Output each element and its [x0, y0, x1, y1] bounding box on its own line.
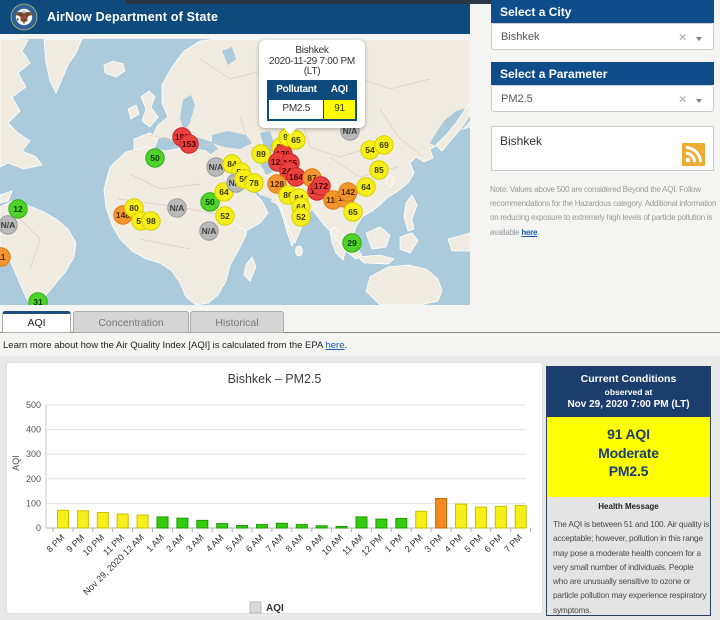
svg-text:5 AM: 5 AM — [224, 532, 246, 554]
svg-text:6 AM: 6 AM — [244, 532, 266, 554]
svg-text:1 AM: 1 AM — [144, 532, 166, 554]
svg-text:65: 65 — [291, 135, 301, 145]
svg-text:164: 164 — [289, 172, 303, 182]
svg-text:54: 54 — [365, 145, 375, 155]
svg-text:AQI: AQI — [266, 603, 284, 614]
svg-text:N/A: N/A — [170, 203, 185, 213]
svg-text:12: 12 — [13, 204, 23, 214]
svg-text:10 AM: 10 AM — [320, 532, 345, 557]
svg-text:6 PM: 6 PM — [482, 532, 504, 554]
svg-text:8 PM: 8 PM — [44, 532, 66, 554]
svg-text:80: 80 — [129, 203, 139, 213]
svg-text:0: 0 — [36, 523, 41, 533]
svg-text:50: 50 — [150, 153, 160, 163]
svg-text:8 AM: 8 AM — [284, 532, 306, 554]
svg-text:29: 29 — [347, 238, 357, 248]
svg-text:98: 98 — [146, 216, 156, 226]
svg-text:1 PM: 1 PM — [383, 532, 405, 554]
svg-text:N/A: N/A — [1, 220, 16, 230]
svg-text:500: 500 — [26, 400, 41, 410]
svg-text:172: 172 — [314, 181, 328, 191]
svg-text:52: 52 — [296, 212, 306, 222]
svg-text:100: 100 — [26, 498, 41, 508]
svg-text:31: 31 — [33, 297, 43, 305]
svg-text:64: 64 — [361, 182, 371, 192]
svg-text:2 AM: 2 AM — [164, 532, 186, 554]
svg-text:12 PM: 12 PM — [359, 532, 384, 557]
svg-text:4 PM: 4 PM — [442, 532, 464, 554]
svg-text:300: 300 — [26, 449, 41, 459]
svg-text:5 PM: 5 PM — [462, 532, 484, 554]
svg-text:4 AM: 4 AM — [204, 532, 226, 554]
svg-text:200: 200 — [26, 474, 41, 484]
svg-text:2 PM: 2 PM — [403, 532, 425, 554]
svg-text:89: 89 — [256, 149, 266, 159]
svg-text:11: 11 — [0, 252, 6, 262]
svg-text:AQI: AQI — [11, 455, 21, 471]
svg-text:N/A: N/A — [209, 162, 224, 172]
svg-text:142: 142 — [341, 187, 355, 197]
svg-text:52: 52 — [220, 211, 230, 221]
svg-text:85: 85 — [374, 165, 384, 175]
svg-text:78: 78 — [249, 178, 259, 188]
svg-text:3 AM: 3 AM — [184, 532, 206, 554]
svg-text:N/A: N/A — [202, 226, 217, 236]
svg-text:7 AM: 7 AM — [264, 532, 286, 554]
svg-text:65: 65 — [348, 207, 358, 217]
svg-text:10 PM: 10 PM — [81, 532, 106, 557]
svg-text:69: 69 — [379, 140, 389, 150]
svg-text:153: 153 — [182, 139, 196, 149]
svg-text:50: 50 — [205, 197, 215, 207]
svg-text:400: 400 — [26, 425, 41, 435]
svg-text:7 PM: 7 PM — [502, 532, 524, 554]
svg-text:3 PM: 3 PM — [423, 532, 445, 554]
svg-text:64: 64 — [219, 187, 229, 197]
